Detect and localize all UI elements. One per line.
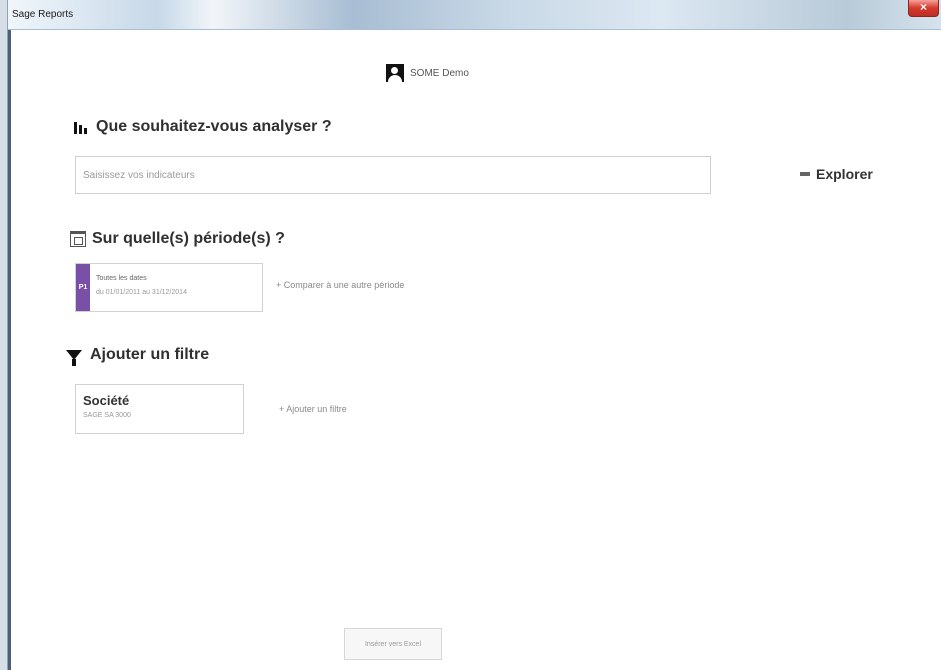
analysis-heading-text: Que souhaitez-vous analyser ? xyxy=(96,118,332,135)
indicator-search-input[interactable] xyxy=(75,156,711,194)
user-avatar-icon xyxy=(386,64,404,82)
explorer-label: Explorer xyxy=(816,166,873,182)
period-title: Toutes les dates xyxy=(96,275,147,282)
filter-title: Société xyxy=(83,393,130,408)
period-card-text: Toutes les dates du 01/01/2011 au 31/12/… xyxy=(90,264,187,311)
compare-period-link[interactable]: + Comparer à une autre période xyxy=(276,280,404,290)
calendar-icon xyxy=(70,231,86,247)
sage-reports-window: Sage Reports × SOME Demo Que souhaitez-v… xyxy=(8,0,941,670)
period-range: du 01/01/2011 au 31/12/2014 xyxy=(96,289,187,296)
user-name: SOME Demo xyxy=(410,67,469,79)
bar-chart-icon xyxy=(72,118,90,136)
close-button[interactable]: × xyxy=(908,0,939,17)
explore-icon xyxy=(800,172,810,176)
period-card[interactable]: P1 Toutes les dates du 01/01/2011 au 31/… xyxy=(75,263,263,312)
window-titlebar: Sage Reports × xyxy=(8,0,941,30)
window-title: Sage Reports xyxy=(12,9,74,20)
period-heading: Sur quelle(s) période(s) ? xyxy=(70,230,285,248)
current-user: SOME Demo xyxy=(386,64,469,82)
insert-to-excel-button[interactable]: Insérer vers Excel xyxy=(344,628,442,660)
add-filter-link[interactable]: + Ajouter un filtre xyxy=(279,404,347,414)
filter-value: SAGE SA 3000 xyxy=(83,412,131,419)
filter-icon xyxy=(66,350,82,366)
filter-heading: Ajouter un filtre xyxy=(66,346,210,366)
period-badge: P1 xyxy=(76,264,90,311)
explorer-button[interactable]: Explorer xyxy=(800,164,898,184)
window-left-edge xyxy=(8,30,11,670)
company-filter-card[interactable]: Société SAGE SA 3000 xyxy=(75,384,244,434)
analysis-heading: Que souhaitez-vous analyser ? xyxy=(72,118,332,136)
filter-heading-text: Ajouter un filtre xyxy=(90,346,210,363)
period-heading-text: Sur quelle(s) période(s) ? xyxy=(92,230,285,247)
